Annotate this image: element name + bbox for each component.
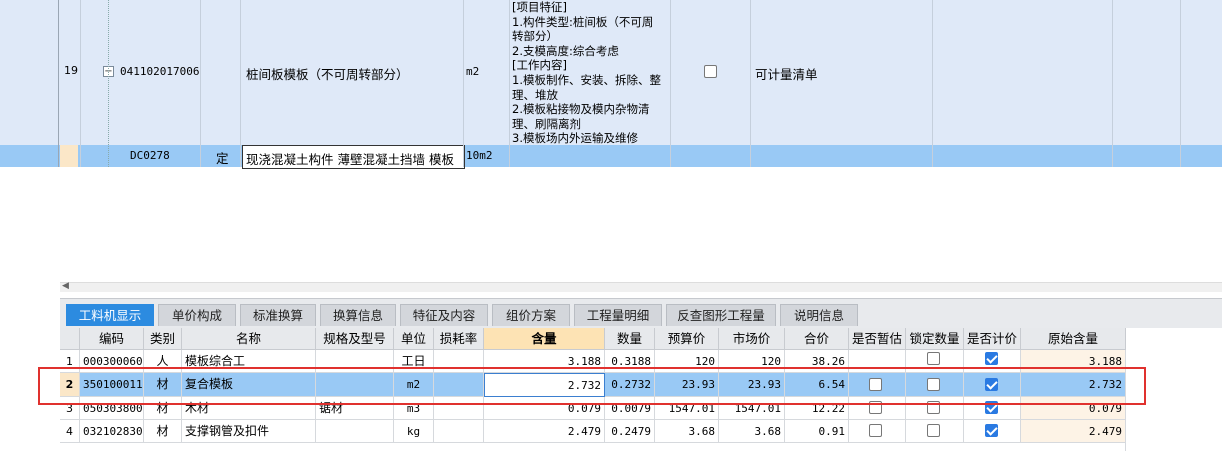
header-is-priced[interactable]: 是否计价: [964, 328, 1021, 350]
cell-loss-rate[interactable]: [434, 420, 484, 443]
tree-line: [108, 0, 110, 167]
header-spec[interactable]: 规格及型号: [316, 328, 394, 350]
grid-subrow-dc0278[interactable]: DC0278 定 10m2: [0, 145, 1222, 167]
header-code[interactable]: 编码: [80, 328, 144, 350]
tab-unit-price[interactable]: 单价构成: [158, 304, 236, 326]
row-measure-type: 可计量清单: [755, 67, 818, 82]
header-quantity[interactable]: 数量: [605, 328, 655, 350]
cell-total: 0.91: [785, 420, 849, 443]
cell-original-content: 2.479: [1021, 420, 1126, 443]
lock-quantity-checkbox[interactable]: [927, 352, 940, 365]
row-index: 19: [64, 64, 78, 77]
header-total[interactable]: 合价: [785, 328, 849, 350]
tab-notes[interactable]: 说明信息: [780, 304, 858, 326]
header-unit[interactable]: 单位: [394, 328, 434, 350]
tab-conversion-info[interactable]: 换算信息: [320, 304, 396, 326]
cell-spec[interactable]: [316, 420, 394, 443]
cell-content[interactable]: 2.479: [484, 420, 605, 443]
header-budget-price[interactable]: 预算价: [655, 328, 719, 350]
annotation-highlight-box: [38, 367, 1146, 405]
detail-tab-bar: 工料机显示 单价构成 标准换算 换算信息 特征及内容 组价方案 工程量明细 反查…: [60, 298, 1222, 328]
cell-budget-price: 3.68: [655, 420, 719, 443]
cell-name[interactable]: 支撑钢管及扣件: [182, 420, 316, 443]
header-content[interactable]: 含量: [484, 328, 605, 350]
scroll-left-icon[interactable]: ◀: [62, 281, 69, 291]
tab-standard-conversion[interactable]: 标准换算: [240, 304, 316, 326]
row-number: 4: [60, 420, 80, 443]
header-corner: [60, 328, 80, 350]
cell-market-price[interactable]: 3.68: [719, 420, 785, 443]
header-market-price[interactable]: 市场价: [719, 328, 785, 350]
subrow-type: 定: [216, 151, 229, 166]
is-priced-checkbox[interactable]: [985, 352, 998, 365]
cell-lock-quantity[interactable]: [906, 420, 964, 443]
table-row-partial: [60, 443, 1126, 451]
tab-pricing-plan[interactable]: 组价方案: [492, 304, 570, 326]
cell-quantity: 0.2479: [605, 420, 655, 443]
cell-unit[interactable]: kg: [394, 420, 434, 443]
subrow-marker: [60, 145, 78, 167]
subrow-unit: 10m2: [466, 149, 493, 162]
partial-row-cells: [60, 443, 1126, 451]
tab-features[interactable]: 特征及内容: [400, 304, 488, 326]
cell-is-priced[interactable]: [964, 420, 1021, 443]
cell-provisional[interactable]: [849, 420, 906, 443]
table-row[interactable]: 4 032102830 材 支撑钢管及扣件 kg 2.479 0.2479 3.…: [60, 420, 1126, 443]
grid-row-19[interactable]: 19 − 041102017006 桩间板模板（不可周转部分） m2 [项目特征…: [0, 0, 1222, 145]
header-category[interactable]: 类别: [144, 328, 182, 350]
horizontal-scrollbar[interactable]: ◀: [60, 281, 1222, 292]
tab-quantity-detail[interactable]: 工程量明细: [574, 304, 662, 326]
subrow-code: DC0278: [130, 149, 170, 162]
tab-labor-material[interactable]: 工料机显示: [66, 304, 154, 326]
provisional-checkbox[interactable]: [869, 424, 882, 437]
subrow-name-editor[interactable]: 现浇混凝土构件 薄壁混凝土挡墙 模板: [242, 145, 465, 169]
header-provisional[interactable]: 是否暂估: [849, 328, 906, 350]
row-name: 桩间板模板（不可周转部分）: [246, 67, 409, 82]
cell-category[interactable]: 材: [144, 420, 182, 443]
subrow-name: 现浇混凝土构件 薄壁混凝土挡墙 模板: [246, 152, 454, 167]
top-grid: 19 − 041102017006 桩间板模板（不可周转部分） m2 [项目特征…: [0, 0, 1222, 280]
header-name[interactable]: 名称: [182, 328, 316, 350]
row-features: [项目特征] 1.构件类型:桩间板（不可周 转部分） 2.支模高度:综合考虑 […: [512, 0, 661, 146]
header-loss-rate[interactable]: 损耗率: [434, 328, 484, 350]
is-priced-checkbox[interactable]: [985, 424, 998, 437]
lock-quantity-checkbox[interactable]: [927, 424, 940, 437]
header-lock-quantity[interactable]: 锁定数量: [906, 328, 964, 350]
row-code: 041102017006: [120, 65, 200, 78]
row-unit: m2: [466, 65, 480, 78]
cell-code[interactable]: 032102830: [80, 420, 144, 443]
row-checkbox[interactable]: [704, 65, 717, 78]
tab-reverse-graphic[interactable]: 反查图形工程量: [666, 304, 776, 326]
header-original-content[interactable]: 原始含量: [1021, 328, 1126, 350]
